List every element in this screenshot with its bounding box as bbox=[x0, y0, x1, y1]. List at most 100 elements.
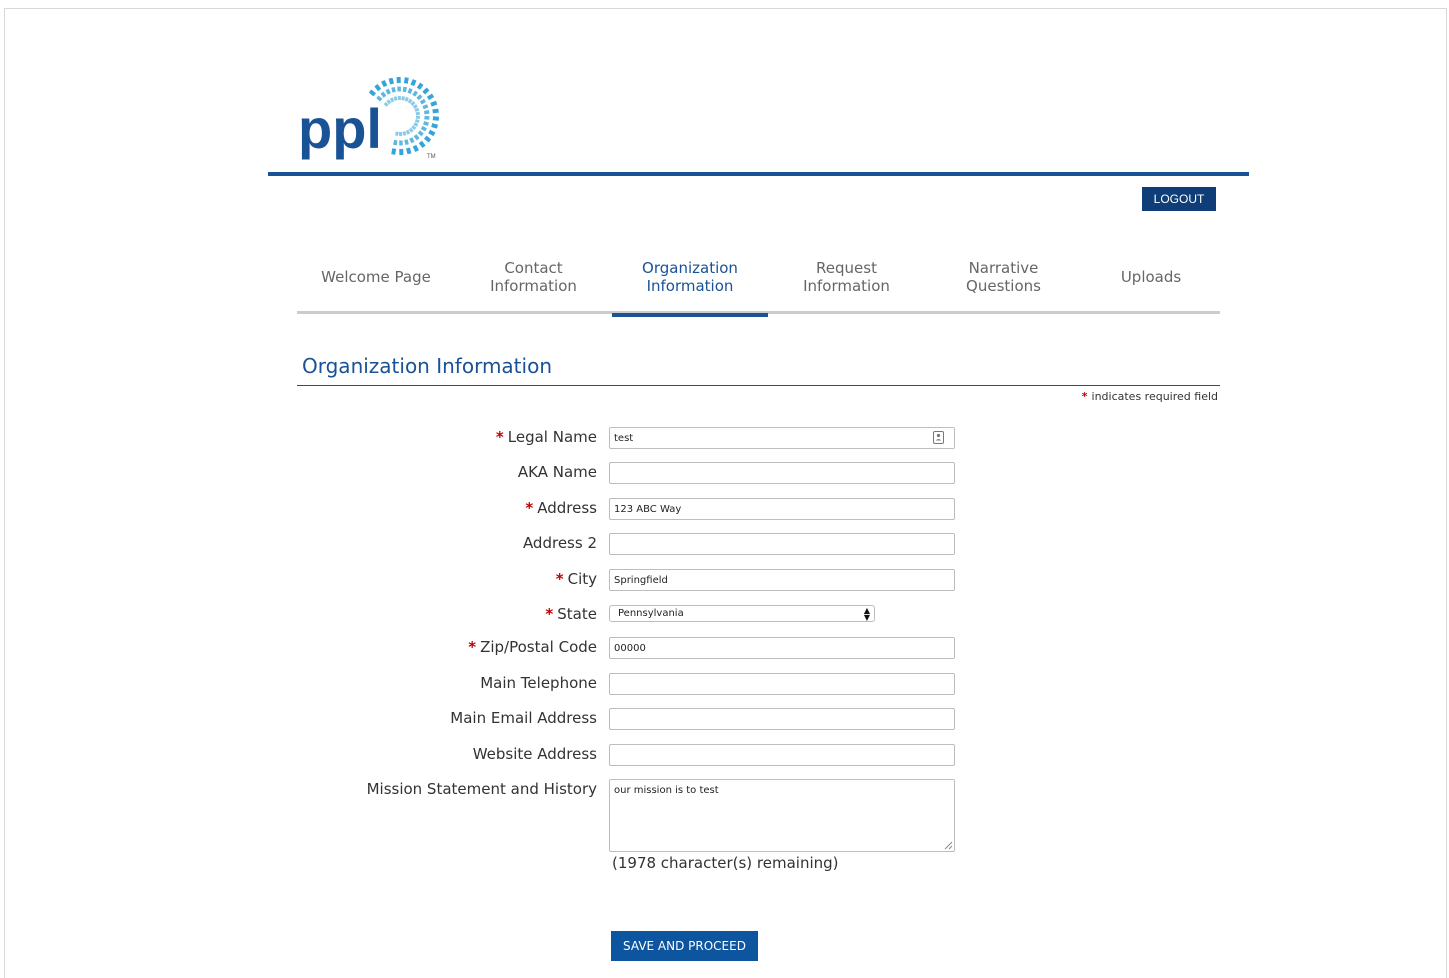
logo-burst-segment bbox=[396, 76, 401, 84]
logo-burst-segment bbox=[424, 115, 430, 120]
legal-name-label-text: Legal Name bbox=[507, 428, 597, 446]
contact-card-icon[interactable] bbox=[933, 431, 944, 444]
logo-burst-segment bbox=[374, 84, 382, 92]
logo-burst-segment bbox=[414, 107, 420, 112]
logo-burst-segment bbox=[409, 137, 415, 144]
characters-remaining: (1978 character(s) remaining) bbox=[612, 854, 839, 872]
mission-textarea[interactable]: our mission is to test bbox=[609, 779, 955, 852]
required-star: * bbox=[1081, 390, 1088, 403]
logo-burst-segment bbox=[391, 86, 396, 93]
logout-button[interactable]: LOGOUT bbox=[1142, 187, 1216, 211]
zip-input[interactable] bbox=[609, 637, 955, 659]
logo-burst-segment bbox=[404, 139, 409, 146]
logo-burst-segment bbox=[419, 98, 426, 105]
logo-burst-segment bbox=[381, 80, 388, 88]
logo-burst-segment bbox=[368, 89, 376, 97]
logo-burst-segment bbox=[391, 148, 397, 155]
logo-burst-segment bbox=[416, 82, 424, 90]
aka-name-input[interactable] bbox=[609, 462, 955, 484]
logo-burst-segment bbox=[415, 115, 421, 119]
required-note-text: indicates required field bbox=[1091, 390, 1218, 403]
required-star: * bbox=[545, 605, 554, 623]
logo-burst-segment bbox=[432, 108, 439, 114]
logo-burst-segment bbox=[399, 140, 403, 146]
logo-burst-segment bbox=[410, 79, 417, 87]
tab-contact-information[interactable]: Contact Information bbox=[455, 240, 612, 314]
ppl-logo: ppl TM bbox=[296, 46, 446, 164]
address-label-text: Address bbox=[537, 499, 597, 517]
state-select[interactable]: Pennsylvania ▲ ▼ bbox=[609, 605, 875, 622]
website-label: Website Address bbox=[472, 745, 597, 763]
logo-burst-segment bbox=[397, 86, 401, 92]
address-input[interactable] bbox=[609, 498, 955, 520]
tab-narrative-questions[interactable]: Narrative Questions bbox=[925, 240, 1082, 314]
logo-burst-segment bbox=[424, 135, 432, 143]
telephone-label: Main Telephone bbox=[480, 674, 597, 692]
logo-burst-segment bbox=[407, 88, 413, 94]
tab-uploads[interactable]: Uploads bbox=[1082, 240, 1220, 314]
required-star: * bbox=[555, 570, 564, 588]
tab-request-information[interactable]: Request Information bbox=[768, 240, 925, 314]
logo-burst-segment bbox=[399, 148, 404, 156]
logo-burst-segment bbox=[395, 131, 399, 136]
logo-burst-segment bbox=[402, 131, 407, 136]
logo-burst-segment bbox=[431, 123, 439, 129]
logo-burst-segment bbox=[423, 121, 429, 126]
legal-name-label: * Legal Name bbox=[496, 428, 597, 446]
logo-burst-segment bbox=[404, 96, 409, 102]
tab-organization-information[interactable]: Organization Information bbox=[612, 240, 768, 317]
logo-burst-segment bbox=[422, 104, 429, 110]
state-label-text: State bbox=[557, 605, 597, 623]
logo-burst-segment bbox=[393, 96, 398, 101]
logo-burst-segment bbox=[412, 90, 418, 97]
address2-input[interactable] bbox=[609, 533, 955, 555]
resize-grip-icon[interactable] bbox=[944, 841, 953, 850]
logo-burst-segment bbox=[420, 125, 427, 132]
state-select-value: Pennsylvania bbox=[618, 608, 684, 619]
required-field-note: * indicates required field bbox=[1082, 390, 1218, 403]
city-label-text: City bbox=[567, 570, 597, 588]
logo-burst-segment bbox=[397, 95, 401, 101]
section-title: Organization Information bbox=[302, 354, 552, 378]
state-label: * State bbox=[545, 605, 597, 623]
logo-burst-segment bbox=[415, 111, 420, 116]
mission-label: Mission Statement and History bbox=[366, 780, 597, 798]
logo-burst-segment bbox=[388, 77, 394, 85]
logo-burst-segment bbox=[428, 129, 436, 137]
logo-wordmark: ppl bbox=[298, 97, 382, 160]
legal-name-input[interactable] bbox=[609, 427, 955, 449]
city-input[interactable] bbox=[609, 569, 955, 591]
required-star: * bbox=[495, 428, 504, 446]
zip-label: * Zip/Postal Code bbox=[468, 638, 597, 656]
save-and-proceed-button[interactable]: SAVE AND PROCEED bbox=[611, 931, 758, 961]
logo-burst-segment bbox=[417, 130, 424, 137]
required-star: * bbox=[525, 499, 534, 517]
section-rule bbox=[297, 385, 1220, 386]
logo-burst-segment bbox=[416, 94, 423, 101]
logo-burst-segment bbox=[414, 119, 420, 123]
logo-burst-segment bbox=[403, 77, 409, 84]
address-label: * Address bbox=[525, 499, 597, 517]
logo-burst-segment bbox=[413, 134, 420, 141]
logo-burst-segment bbox=[426, 93, 435, 101]
email-label: Main Email Address bbox=[450, 709, 597, 727]
address2-label: Address 2 bbox=[522, 534, 597, 552]
required-star: * bbox=[468, 638, 477, 656]
header-rule bbox=[268, 172, 1249, 176]
progress-tabs: Welcome Page Contact Information Organiz… bbox=[297, 240, 1220, 317]
city-label: * City bbox=[556, 570, 597, 588]
select-arrows-icon: ▲ ▼ bbox=[863, 606, 870, 622]
email-input[interactable] bbox=[609, 708, 955, 730]
logo-burst-segment bbox=[385, 88, 391, 95]
trademark-mark: TM bbox=[427, 154, 436, 160]
aka-name-label: AKA Name bbox=[517, 463, 597, 481]
logo-burst-segment bbox=[406, 147, 412, 155]
logo-burst-segment bbox=[418, 140, 426, 148]
logo-burst-segment bbox=[412, 144, 419, 152]
telephone-input[interactable] bbox=[609, 673, 955, 695]
logo-burst-segment bbox=[430, 100, 438, 107]
website-input[interactable] bbox=[609, 744, 955, 766]
tab-welcome-page[interactable]: Welcome Page bbox=[297, 240, 455, 314]
logo-burst-segment bbox=[402, 86, 407, 93]
logo-burst-segment bbox=[422, 87, 430, 95]
